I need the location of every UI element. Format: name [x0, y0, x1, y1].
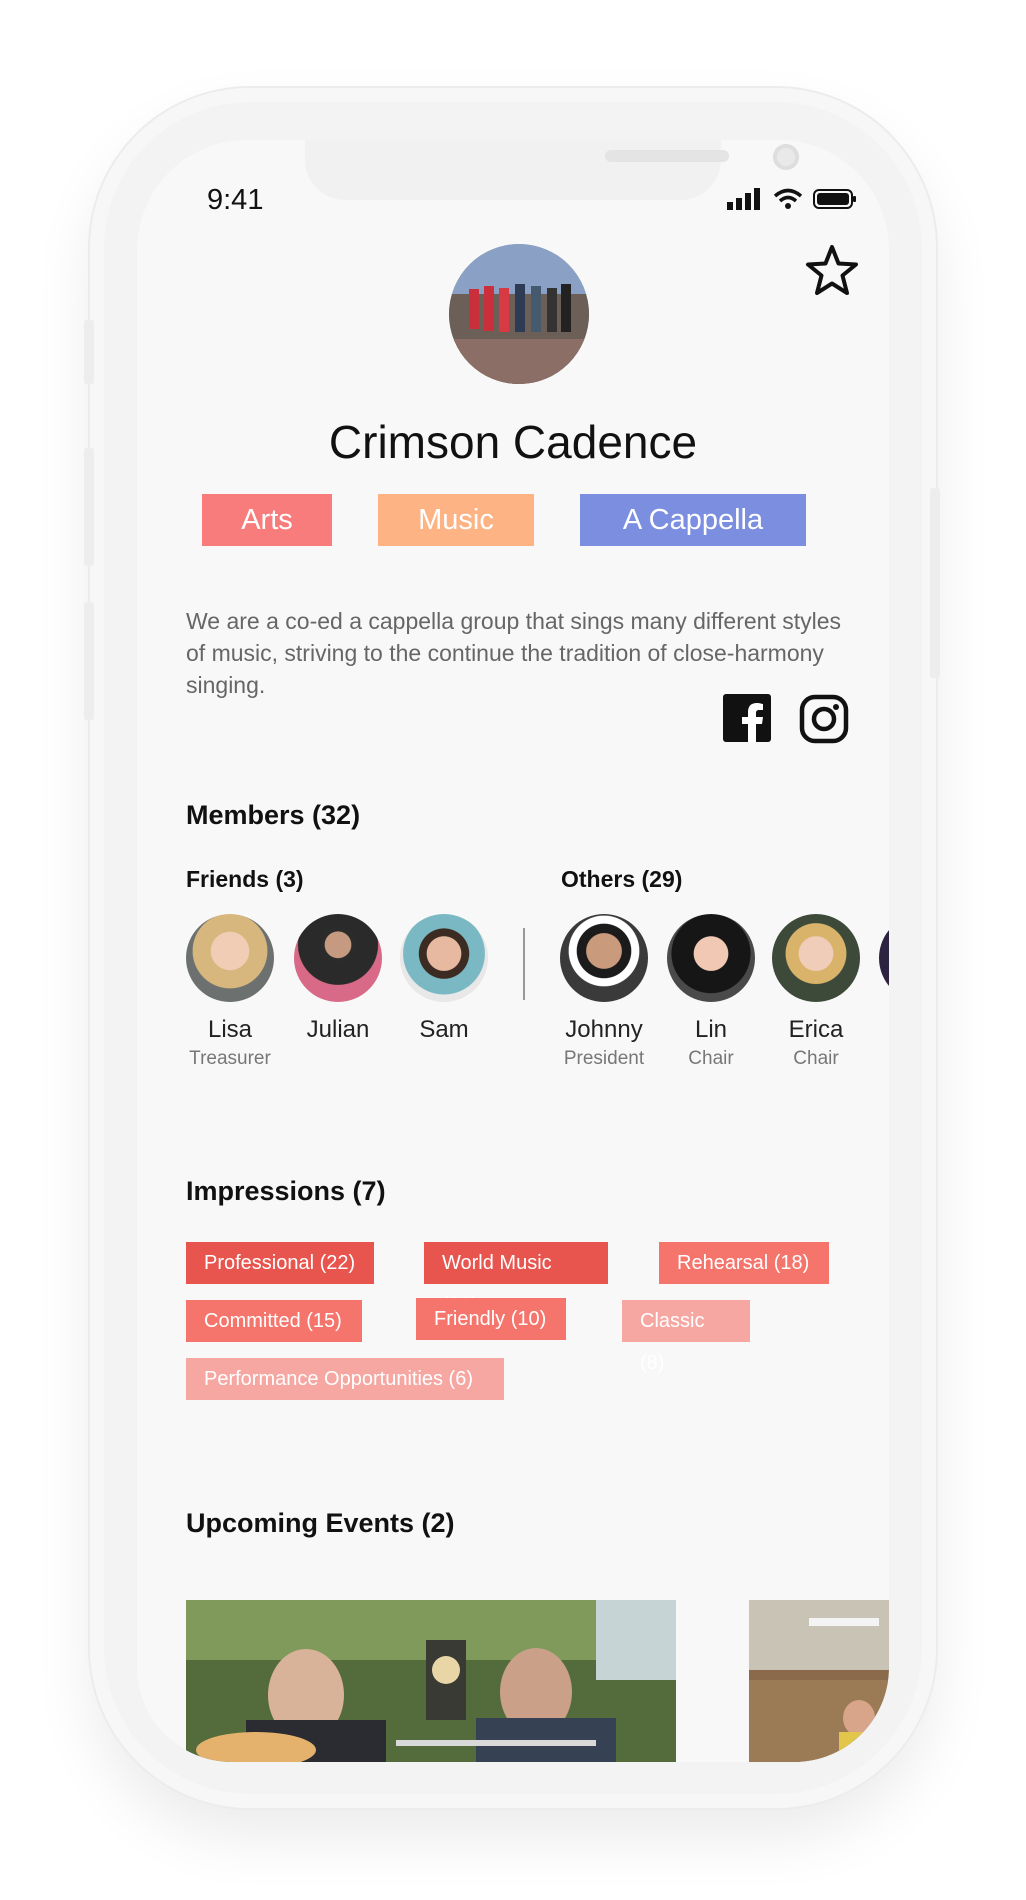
- tag-label: A Cappella: [622, 504, 764, 536]
- power-button: [930, 488, 940, 678]
- volume-up-button: [84, 448, 94, 566]
- signal-icon: [727, 188, 760, 210]
- tag-a-cappella[interactable]: A Cappella: [580, 494, 806, 546]
- members-divider: [523, 928, 525, 1000]
- member-erica[interactable]: Erica Chair: [761, 914, 871, 1070]
- member-role: President: [563, 1048, 645, 1069]
- avatar: [186, 914, 274, 1002]
- member-name: Erica: [788, 1016, 844, 1043]
- member-name: Julian: [306, 1016, 370, 1043]
- avatar: [294, 914, 382, 1002]
- member-avatar-partial[interactable]: [879, 914, 889, 1002]
- impression-label: Classic (8): [640, 1310, 705, 1374]
- member-name: Johnny: [565, 1016, 643, 1043]
- group-name: Crimson Cadence: [328, 416, 698, 468]
- member-role: Chair: [688, 1048, 734, 1069]
- member-johnny[interactable]: Johnny President: [549, 914, 659, 1070]
- status-icons: [727, 188, 857, 210]
- group-avatar: [449, 244, 589, 384]
- members-title: Members (32): [186, 800, 361, 830]
- impression-classic[interactable]: Classic (8): [622, 1300, 750, 1374]
- facebook-icon[interactable]: [723, 694, 771, 742]
- member-julian[interactable]: Julian: [283, 914, 393, 1044]
- impressions-title: Impressions (7): [186, 1176, 386, 1206]
- impression-performance-opportunities[interactable]: Performance Opportunities (6): [186, 1358, 504, 1400]
- impression-world-music[interactable]: World Music (20): [424, 1242, 608, 1316]
- avatar: [560, 914, 648, 1002]
- favorite-star-icon[interactable]: [805, 244, 859, 298]
- event-card-1[interactable]: [186, 1600, 676, 1762]
- wifi-icon: [773, 188, 803, 209]
- event-image-1: [186, 1600, 676, 1762]
- front-camera: [773, 144, 799, 170]
- avatar: [772, 914, 860, 1002]
- group-description: We are a co-ed a cappella group that sin…: [186, 608, 842, 698]
- member-name: Lin: [694, 1016, 728, 1043]
- impression-rehearsal[interactable]: Rehearsal (18): [659, 1242, 829, 1284]
- mute-switch: [84, 320, 94, 384]
- instagram-icon[interactable]: [799, 694, 849, 744]
- battery-icon: [813, 189, 856, 209]
- screen: 9:41 Crimson Cadence Arts Music A Cappel…: [137, 140, 889, 1762]
- events-title: Upcoming Events (2): [186, 1508, 455, 1538]
- impression-professional[interactable]: Professional (22): [186, 1242, 374, 1284]
- avatar: [400, 914, 488, 1002]
- others-title: Others (29): [561, 866, 683, 892]
- member-name: Lisa: [207, 1016, 253, 1043]
- impression-label: Rehearsal (18): [677, 1252, 810, 1274]
- member-sam[interactable]: Sam: [389, 914, 499, 1044]
- friends-title: Friends (3): [186, 866, 304, 892]
- avatar: [667, 914, 755, 1002]
- impression-label: Professional (22): [204, 1252, 356, 1274]
- impression-label: Committed (15): [204, 1310, 342, 1332]
- impression-label: Performance Opportunities (6): [204, 1368, 474, 1390]
- impression-friendly[interactable]: Friendly (10): [416, 1298, 566, 1340]
- volume-down-button: [84, 602, 94, 720]
- impression-committed[interactable]: Committed (15): [186, 1300, 362, 1342]
- status-time: 9:41: [207, 184, 264, 216]
- member-lisa[interactable]: Lisa Treasurer: [175, 914, 285, 1070]
- member-role: Treasurer: [189, 1048, 271, 1069]
- tag-label: Arts: [241, 504, 293, 536]
- tag-arts[interactable]: Arts: [202, 494, 332, 546]
- member-role: Chair: [793, 1048, 839, 1069]
- speaker: [605, 150, 729, 162]
- notch: [305, 140, 799, 200]
- tag-label: Music: [418, 504, 494, 536]
- member-name: Sam: [419, 1016, 469, 1043]
- member-lin[interactable]: Lin Chair: [656, 914, 766, 1070]
- tag-music[interactable]: Music: [378, 494, 534, 546]
- impression-label: Friendly (10): [434, 1308, 547, 1330]
